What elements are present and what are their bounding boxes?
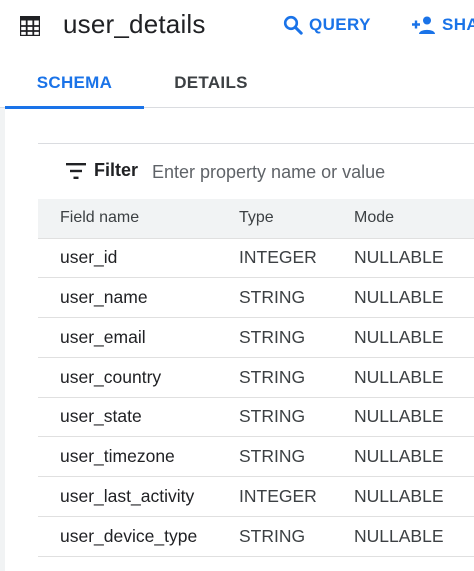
field-name-cell: user_email — [38, 317, 239, 358]
query-button[interactable]: QUERY — [283, 12, 371, 38]
left-rail — [0, 108, 5, 571]
table-row[interactable]: user_last_activity INTEGER NULLABLE — [38, 476, 474, 517]
field-mode-cell: NULLABLE — [354, 238, 474, 279]
panel-header: user_details QUERY SHA — [0, 0, 474, 58]
field-type-cell: INTEGER — [239, 476, 354, 517]
column-header-mode[interactable]: Mode — [354, 199, 474, 239]
field-name-cell: user_device_type — [38, 516, 239, 557]
field-type-cell: STRING — [239, 317, 354, 358]
column-header-type[interactable]: Type — [239, 199, 354, 239]
table-row[interactable]: user_email STRING NULLABLE — [38, 317, 474, 358]
share-button[interactable]: SHA — [412, 12, 474, 38]
table-row[interactable]: user_device_type STRING NULLABLE — [38, 516, 474, 557]
table-row[interactable]: user_state STRING NULLABLE — [38, 397, 474, 438]
tab-bar: SCHEMA DETAILS — [0, 58, 474, 109]
table-row[interactable]: user_timezone STRING NULLABLE — [38, 436, 474, 477]
query-button-label: QUERY — [309, 15, 371, 34]
field-type-cell: INTEGER — [239, 238, 354, 279]
field-type-cell: STRING — [239, 397, 354, 438]
field-name-cell: user_state — [38, 397, 239, 438]
field-name-cell: user_timezone — [38, 436, 239, 477]
tab-schema[interactable]: SCHEMA — [5, 58, 144, 109]
filter-bar: Filter — [38, 143, 474, 199]
field-type-cell: STRING — [239, 277, 354, 318]
field-mode-cell: NULLABLE — [354, 317, 474, 358]
field-type-cell: STRING — [239, 436, 354, 477]
table-header-row: Field name Type Mode — [38, 199, 474, 239]
field-name-cell: user_country — [38, 357, 239, 398]
person-add-icon — [412, 16, 435, 34]
field-name-cell: user_last_activity — [38, 476, 239, 517]
table-row[interactable]: user_country STRING NULLABLE — [38, 357, 474, 398]
schema-table: Field name Type Mode user_id INTEGER NUL… — [38, 199, 474, 557]
table-icon — [20, 16, 40, 36]
table-row[interactable]: user_id INTEGER NULLABLE — [38, 238, 474, 279]
field-mode-cell: NULLABLE — [354, 476, 474, 517]
table-row[interactable]: user_name STRING NULLABLE — [38, 277, 474, 318]
field-mode-cell: NULLABLE — [354, 277, 474, 318]
filter-icon — [66, 163, 86, 179]
page-title: user_details — [63, 9, 206, 39]
field-name-cell: user_id — [38, 238, 239, 279]
field-name-cell: user_name — [38, 277, 239, 318]
filter-label: Filter — [94, 160, 139, 180]
search-icon — [283, 15, 303, 35]
field-type-cell: STRING — [239, 357, 354, 398]
field-type-cell: STRING — [239, 516, 354, 557]
share-button-label: SHA — [442, 15, 474, 34]
tab-details[interactable]: DETAILS — [158, 58, 264, 108]
field-mode-cell: NULLABLE — [354, 397, 474, 438]
field-mode-cell: NULLABLE — [354, 357, 474, 398]
column-header-field-name[interactable]: Field name — [38, 199, 239, 239]
field-mode-cell: NULLABLE — [354, 436, 474, 477]
field-mode-cell: NULLABLE — [354, 516, 474, 557]
filter-input[interactable] — [152, 157, 472, 187]
